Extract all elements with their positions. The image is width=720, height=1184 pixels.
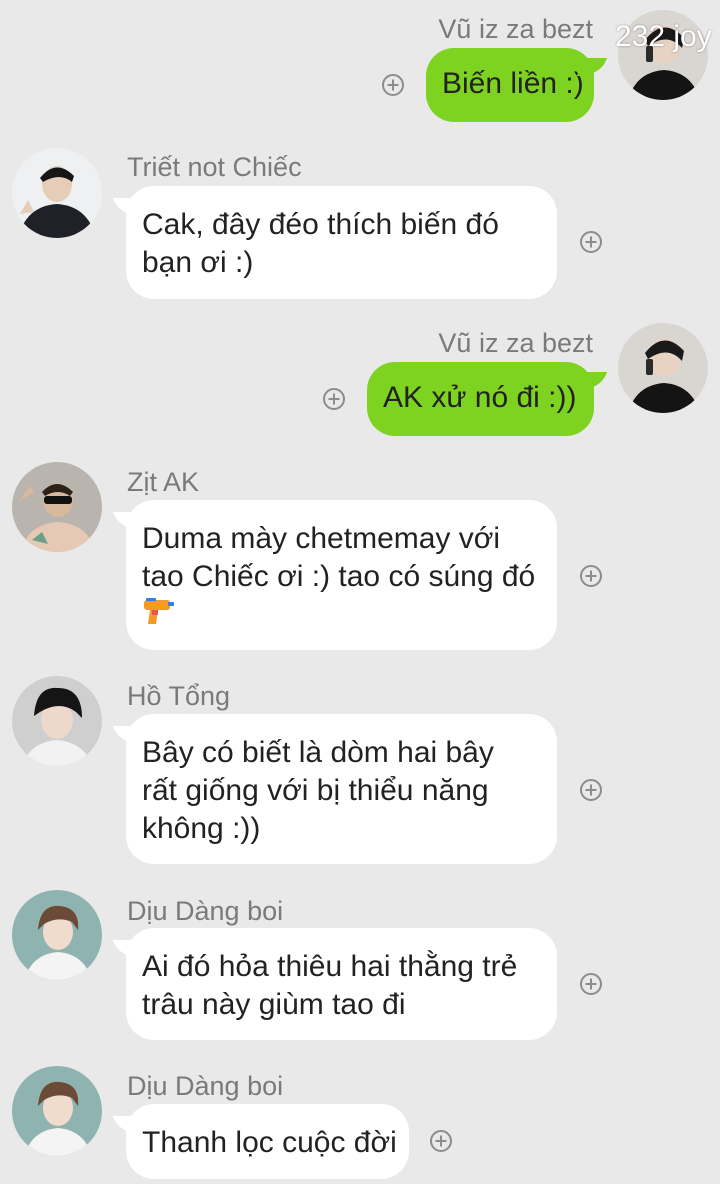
sender-name: Dịu Dàng boi — [127, 1071, 284, 1101]
person-dark-hair-avatar[interactable] — [12, 676, 102, 766]
add-reaction-icon[interactable] — [580, 779, 602, 801]
message-text: AK xử nó đi :)) — [383, 381, 577, 414]
add-reaction-icon[interactable] — [430, 1130, 452, 1152]
sender-name: Vũ iz za bezt — [438, 328, 593, 358]
message-text: rất giống với bị thiểu năng — [142, 774, 489, 807]
outgoing-message-bubble[interactable]: AK xử nó đi :)) — [367, 362, 594, 436]
incoming-message-bubble[interactable]: Cak, đây đéo thích biến đó bạn ơi :) — [126, 186, 557, 299]
person-teal-bg-avatar[interactable] — [12, 890, 102, 980]
person-phone-avatar[interactable] — [618, 323, 708, 413]
incoming-message-bubble[interactable]: Thanh lọc cuộc đời — [126, 1104, 409, 1179]
message-text: bạn ơi :) — [142, 246, 254, 279]
add-reaction-icon[interactable] — [580, 231, 602, 253]
person-hoodie-avatar[interactable] — [12, 148, 102, 238]
water-pistol-icon — [142, 596, 176, 636]
message-text: Bây có biết là dòm hai bây — [142, 736, 494, 769]
message-text: Ai đó hỏa thiêu hai thằng trẻ — [142, 950, 518, 983]
message-text: Cak, đây đéo thích biến đó — [142, 208, 499, 241]
sender-name: Dịu Dàng boi — [127, 896, 284, 926]
message-text: tao Chiếc ơi :) tao có súng đó — [142, 560, 536, 593]
message-text: Thanh lọc cuộc đời — [142, 1126, 397, 1159]
add-reaction-icon[interactable] — [382, 74, 404, 96]
person-sunglasses-avatar[interactable] — [12, 462, 102, 552]
message-text: trâu này giùm tao đi — [142, 988, 406, 1021]
watermark-text: 232 joy — [615, 20, 712, 53]
sender-name: Zịt AK — [127, 467, 200, 497]
incoming-message-bubble[interactable]: Duma mày chetmemay với tao Chiếc ơi :) t… — [126, 500, 557, 650]
add-reaction-icon[interactable] — [580, 973, 602, 995]
add-reaction-icon[interactable] — [323, 388, 345, 410]
add-reaction-icon[interactable] — [580, 565, 602, 587]
incoming-message-bubble[interactable]: Bây có biết là dòm hai bây rất giống với… — [126, 714, 557, 864]
message-text: Duma mày chetmemay với — [142, 522, 501, 555]
incoming-message-bubble[interactable]: Ai đó hỏa thiêu hai thằng trẻ trâu này g… — [126, 928, 557, 1040]
outgoing-message-bubble[interactable]: Biến liền :) — [426, 48, 594, 122]
message-text: không :)) — [142, 812, 261, 845]
sender-name: Vũ iz za bezt — [438, 14, 593, 44]
person-teal-bg-avatar[interactable] — [12, 1066, 102, 1156]
message-text: Biến liền :) — [442, 67, 584, 100]
sender-name: Hồ Tổng — [127, 681, 231, 711]
sender-name: Triết not Chiếc — [127, 152, 302, 182]
chat-area: 232 joy Vũ iz za bezt Biến liền :) Triết… — [0, 0, 720, 1184]
